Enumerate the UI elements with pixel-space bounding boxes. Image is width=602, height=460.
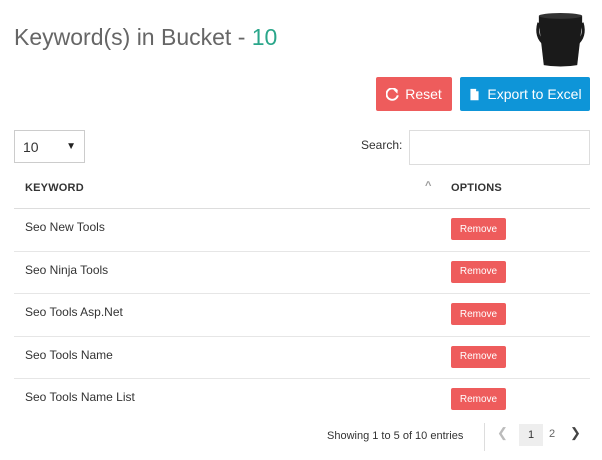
search-label: Search: [361, 138, 403, 152]
page-size-value: 10 [23, 138, 39, 155]
keyword-cell: Seo Tools Asp.Net [25, 305, 123, 319]
remove-button[interactable]: Remove [451, 218, 506, 240]
title-text: Keyword(s) in Bucket - [14, 24, 252, 50]
bucket-icon [536, 12, 585, 67]
pagination-info: Showing 1 to 5 of 10 entries [327, 430, 464, 442]
keyword-cell: Seo Tools Name [25, 347, 113, 362]
table-row: Seo Tools Name Remove [14, 337, 590, 379]
keyword-column-header[interactable]: KEYWORD [25, 182, 84, 194]
caret-down-icon: ▼ [66, 141, 76, 152]
file-icon [470, 88, 479, 100]
remove-button[interactable]: Remove [451, 260, 506, 283]
page-size-select[interactable]: 10 ▼ [14, 130, 85, 163]
keyword-table: KEYWORD ^ OPTIONS Seo New Tools Remove S… [14, 170, 590, 422]
table-row: Seo Ninja Tools Remove [14, 252, 590, 294]
table-header: KEYWORD ^ OPTIONS [14, 170, 590, 209]
chevron-right-icon[interactable]: ❯ [570, 425, 581, 441]
keyword-cell: Seo New Tools [25, 220, 105, 234]
reset-button[interactable]: Reset [376, 77, 452, 111]
table-row: Seo Tools Name List Remove [14, 379, 590, 422]
page-title: Keyword(s) in Bucket - 10 [14, 24, 277, 51]
options-column-header: OPTIONS [451, 182, 502, 194]
keyword-cell: Seo Tools Name List [25, 390, 135, 404]
remove-button[interactable]: Remove [451, 303, 506, 325]
remove-button[interactable]: Remove [451, 345, 506, 368]
refresh-icon [386, 87, 399, 101]
pagination-divider [484, 423, 485, 451]
page-2-button[interactable]: 2 [549, 428, 555, 440]
page-1-button[interactable]: 1 [519, 424, 543, 446]
reset-label: Reset [405, 86, 442, 102]
keyword-cell: Seo Ninja Tools [25, 262, 109, 277]
remove-button[interactable]: Remove [451, 388, 506, 410]
chevron-left-icon[interactable]: ❮ [497, 425, 508, 441]
table-row: Seo Tools Asp.Net Remove [14, 294, 590, 337]
table-row: Seo New Tools Remove [14, 209, 590, 252]
sort-ascending-icon[interactable]: ^ [425, 180, 431, 192]
keyword-count: 10 [251, 24, 278, 50]
search-input[interactable] [409, 130, 590, 165]
export-to-excel-button[interactable]: Export to Excel [460, 77, 590, 111]
export-label: Export to Excel [487, 86, 582, 102]
